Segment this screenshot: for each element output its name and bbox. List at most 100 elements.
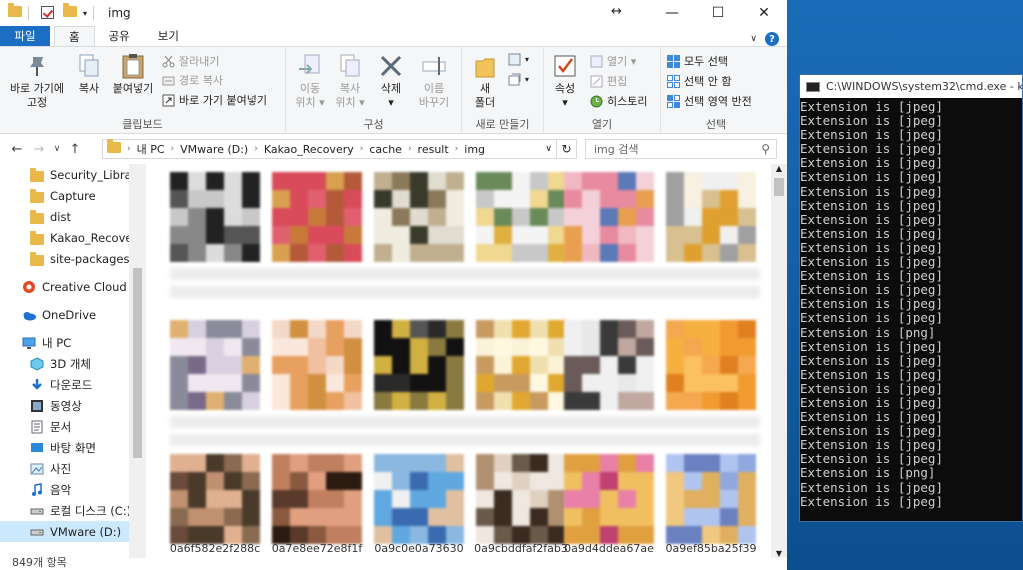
image-thumbnail[interactable] (374, 172, 464, 262)
nav-item[interactable]: 로컬 디스크 (C:) (0, 500, 146, 521)
search-input[interactable]: img 검색 ⚲ (585, 139, 777, 159)
nav-item[interactable]: Security_Libra📌 (0, 164, 146, 185)
new-folder-button[interactable]: 새 폴더 (468, 53, 502, 110)
file-name-label[interactable]: 0a9ef85ba25f39 (661, 542, 761, 555)
image-thumbnail[interactable] (476, 172, 566, 262)
scroll-thumb[interactable] (133, 268, 142, 458)
new-item-button[interactable]: ▾ (508, 53, 529, 66)
nav-item[interactable]: 사진 (0, 458, 146, 479)
file-explorer-window[interactable]: ▾ img ↔ — ☐ ✕ 파일 홈 공유 보기 ∨ ? 바로 가기에 고정 복… (0, 0, 787, 570)
image-thumbnail[interactable] (564, 320, 654, 410)
breadcrumb-item[interactable]: VMware (D:) (176, 143, 252, 156)
image-thumbnail[interactable] (374, 320, 464, 410)
image-thumbnail[interactable] (170, 172, 260, 262)
up-arrow-icon[interactable]: ↑ (64, 142, 86, 157)
cmd-window[interactable]: C:\WINDOWS\system32\cmd.exe - k Extensio… (799, 74, 1023, 522)
image-thumbnail[interactable] (666, 454, 756, 544)
move-to-button[interactable]: 이동 위치 ▾ (292, 53, 328, 110)
scroll-thumb[interactable] (774, 178, 784, 196)
image-thumbnail[interactable] (476, 320, 566, 410)
nav-item[interactable]: 음악 (0, 479, 146, 500)
edit-button[interactable]: 편집 (590, 73, 627, 89)
help-icon[interactable]: ? (765, 32, 779, 46)
tab-view[interactable]: 보기 (144, 26, 193, 46)
file-list-pane[interactable]: 0a6f582e2f288c 0a7e8ee72e8f1f 0a9c0e0a7363… (146, 164, 771, 558)
address-dropdown-icon[interactable]: ∨ (545, 144, 552, 154)
paste-shortcut-button[interactable]: 바로 가기 붙여넣기 (162, 92, 267, 108)
ribbon-expand-icon[interactable]: ∨ (750, 34, 757, 44)
back-arrow-icon[interactable]: ← (6, 142, 28, 157)
image-thumbnail[interactable] (476, 454, 566, 544)
image-thumbnail[interactable] (564, 454, 654, 544)
navigation-scrollbar[interactable] (129, 164, 146, 558)
breadcrumb-item[interactable]: img (460, 143, 489, 156)
cut-button[interactable]: 잘라내기 (162, 53, 219, 69)
image-thumbnail[interactable] (272, 172, 362, 262)
title-bar[interactable]: ▾ img ↔ — ☐ ✕ (0, 0, 787, 26)
file-name-label[interactable]: 0a9c0e0a73630 (369, 542, 469, 555)
properties-button[interactable]: 속성 ▾ (550, 53, 580, 110)
image-thumbnail[interactable] (374, 454, 464, 544)
nav-item[interactable]: site-packages (0, 248, 146, 269)
open-button[interactable]: 열기 ▾ (590, 53, 636, 69)
properties-check-icon[interactable] (41, 6, 55, 20)
image-thumbnail[interactable] (272, 454, 362, 544)
nav-item[interactable]: dist (0, 206, 146, 227)
close-button[interactable]: ✕ (741, 0, 787, 26)
invert-selection-button[interactable]: 선택 영역 반전 (667, 93, 752, 109)
thumbnail-pixel (344, 172, 362, 190)
file-name-label[interactable]: 0a6f582e2f288c (165, 542, 265, 555)
nav-item[interactable]: Creative Cloud Fil (0, 276, 146, 297)
nav-item[interactable]: 바탕 화면 (0, 437, 146, 458)
easy-access-button[interactable]: ▾ (508, 73, 529, 86)
file-name-label[interactable]: 0a9cbddfaf2fab3 (471, 542, 571, 555)
scroll-up-icon[interactable]: ▲ (771, 164, 787, 173)
file-name-label[interactable]: 0a7e8ee72e8f1f (267, 542, 367, 555)
image-thumbnail[interactable] (170, 320, 260, 410)
select-none-button[interactable]: 선택 안 함 (667, 73, 731, 89)
navigation-pane[interactable]: Security_Libra📌 Capture dist Kakao_Recovery… (0, 164, 146, 558)
cmd-title-bar[interactable]: C:\WINDOWS\system32\cmd.exe - k (800, 75, 1022, 98)
tab-share[interactable]: 공유 (95, 26, 144, 46)
breadcrumb-item[interactable]: 내 PC (133, 141, 169, 157)
nav-item[interactable]: 문서 (0, 416, 146, 437)
maximize-button[interactable]: ☐ (695, 0, 741, 26)
file-name-label[interactable]: 0a9d4ddea67ae (559, 542, 659, 555)
file-list-scrollbar[interactable]: ▲ ▼ (771, 164, 787, 558)
minimize-button[interactable]: — (649, 0, 695, 26)
nav-item[interactable]: Capture (0, 185, 146, 206)
select-all-button[interactable]: 모두 선택 (667, 53, 728, 69)
nav-item[interactable]: 3D 개체 (0, 353, 146, 374)
nav-item[interactable]: 내 PC (0, 332, 146, 353)
new-folder-icon[interactable] (63, 3, 77, 20)
recent-locations-chevron-icon[interactable]: ∨ (50, 144, 64, 154)
refresh-button[interactable]: ↻ (557, 139, 577, 159)
copy-button[interactable]: 복사 (72, 53, 106, 96)
nav-item[interactable]: 다운로드 (0, 374, 146, 395)
breadcrumb[interactable]: › 내 PC › VMware (D:) › Kakao_Recovery › … (102, 139, 557, 159)
quick-access-dropdown-icon[interactable]: ▾ (83, 9, 87, 18)
copy-path-button[interactable]: 경로 복사 (162, 72, 223, 88)
image-thumbnail[interactable] (272, 320, 362, 410)
nav-item[interactable]: Kakao_Recovery (0, 227, 146, 248)
image-thumbnail[interactable] (564, 172, 654, 262)
breadcrumb-item[interactable]: cache (365, 143, 406, 156)
image-thumbnail[interactable] (170, 454, 260, 544)
image-thumbnail[interactable] (666, 172, 756, 262)
image-thumbnail[interactable] (666, 320, 756, 410)
history-button[interactable]: 히스토리 (590, 93, 647, 109)
delete-button[interactable]: 삭제 ▾ (378, 53, 404, 110)
tab-home[interactable]: 홈 (54, 26, 95, 46)
paste-button[interactable]: 붙여넣기 (108, 53, 158, 96)
breadcrumb-item[interactable]: Kakao_Recovery (260, 143, 358, 156)
nav-item[interactable]: VMware (D:) (0, 521, 146, 542)
scroll-down-icon[interactable]: ▼ (771, 549, 787, 558)
forward-arrow-icon[interactable]: → (28, 142, 50, 157)
pin-quick-access-button[interactable]: 바로 가기에 고정 (4, 53, 70, 110)
nav-item[interactable]: 동영상 (0, 395, 146, 416)
breadcrumb-item[interactable]: result (414, 143, 453, 156)
rename-button[interactable]: 이름 바꾸기 (414, 53, 454, 110)
copy-to-button[interactable]: 복사 위치 ▾ (332, 53, 368, 110)
nav-item[interactable]: OneDrive (0, 304, 146, 325)
tab-file[interactable]: 파일 (0, 26, 50, 46)
